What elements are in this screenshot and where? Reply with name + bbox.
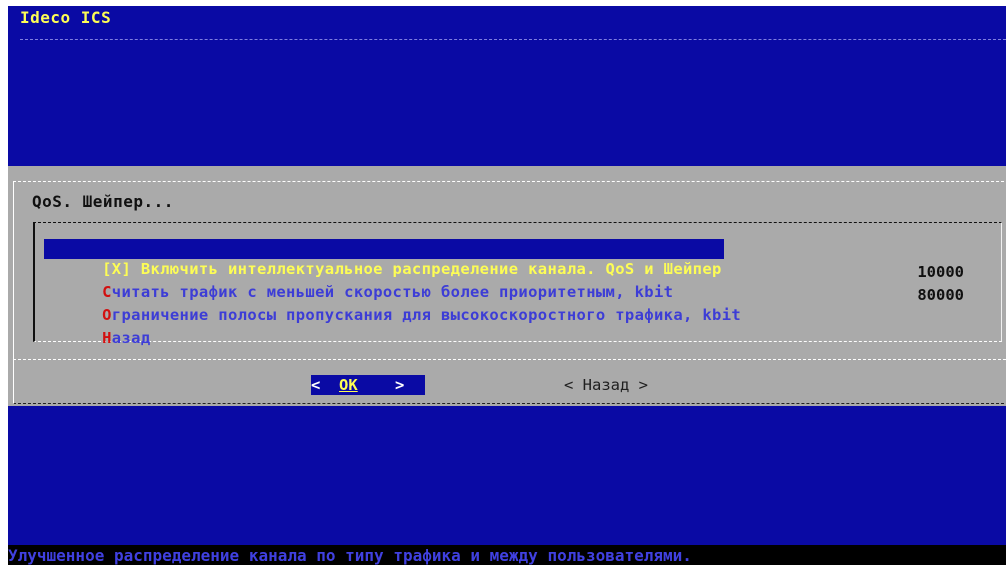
status-text: Улучшенное распределение канала по типу … bbox=[8, 546, 692, 565]
back-button[interactable]: < Назад > bbox=[564, 375, 648, 395]
menu-item-priority-speed[interactable]: Считать трафик с меньшей скоростью более… bbox=[44, 262, 673, 301]
menu-value-bandwidth-limit: 80000 bbox=[917, 286, 964, 304]
ok-button-label: OK bbox=[339, 376, 358, 394]
app-title: Ideco ICS bbox=[20, 8, 112, 27]
menu-value-priority-speed: 10000 bbox=[917, 263, 964, 281]
menu-hotkey: Н bbox=[102, 329, 112, 347]
status-bar: Улучшенное распределение канала по типу … bbox=[8, 545, 1006, 565]
menu-item-enable-qos[interactable]: [X] Включить интеллектуальное распределе… bbox=[44, 239, 724, 278]
ok-button-right-bracket: > bbox=[395, 376, 405, 394]
menu-item-label: граничение полосы пропускания для высоко… bbox=[111, 306, 742, 324]
menu-item-back[interactable]: Назад bbox=[44, 308, 151, 347]
dialog-separator bbox=[13, 359, 1006, 360]
ok-button[interactable]: < OK > bbox=[311, 375, 425, 395]
title-divider bbox=[20, 39, 1006, 40]
ok-button-left-bracket: < bbox=[311, 376, 321, 394]
qos-dialog: QoS. Шейпер... [X] Включить интеллектуал… bbox=[8, 166, 1006, 406]
menu-item-bandwidth-limit[interactable]: Ограничение полосы пропускания для высок… bbox=[44, 285, 741, 324]
terminal-screen: Ideco ICS QoS. Шейпер... [X] Включить ин… bbox=[8, 6, 1006, 565]
menu-item-label: азад bbox=[111, 329, 151, 347]
dialog-title: QoS. Шейпер... bbox=[32, 192, 174, 211]
